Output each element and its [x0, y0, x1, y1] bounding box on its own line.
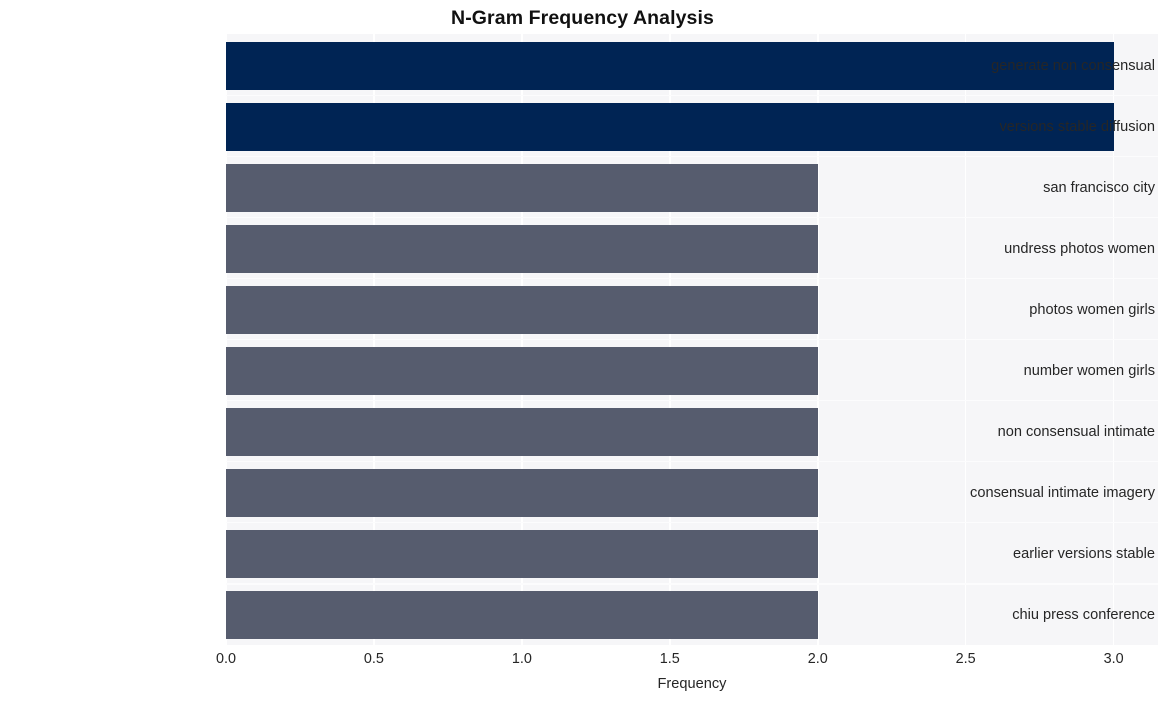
x-axis-tick-label: 0.0	[215, 651, 236, 667]
bar	[226, 591, 818, 640]
y-axis-tick-label: number women girls	[1023, 363, 1155, 380]
bar	[226, 163, 818, 212]
y-axis-tick-label: consensual intimate imagery	[970, 485, 1155, 502]
horizontal-gridline	[226, 461, 1158, 463]
bar	[226, 408, 818, 457]
bar	[226, 469, 818, 518]
x-axis-tick-label: 2.5	[955, 651, 976, 667]
bar	[226, 530, 818, 579]
bar	[226, 347, 818, 396]
x-axis-tick-label: 1.5	[659, 651, 680, 667]
x-axis-tick-label: 1.0	[511, 651, 532, 667]
y-axis-tick-label: chiu press conference	[1012, 607, 1155, 624]
bar	[226, 224, 818, 273]
x-axis-tick-label: 0.5	[363, 651, 384, 667]
horizontal-gridline	[226, 522, 1158, 524]
y-axis-tick-label: generate non consensual	[991, 57, 1155, 74]
x-axis-label: Frequency	[657, 676, 727, 692]
horizontal-gridline	[226, 94, 1158, 96]
y-axis-tick-label: undress photos women	[1004, 240, 1155, 257]
horizontal-gridline	[226, 583, 1158, 585]
bar	[226, 285, 818, 334]
y-axis-tick-label: earlier versions stable	[1013, 546, 1155, 563]
y-axis-tick-label: photos women girls	[1029, 301, 1155, 318]
horizontal-gridline	[226, 216, 1158, 218]
horizontal-gridline	[226, 277, 1158, 280]
x-axis-tick-label: 2.0	[807, 651, 828, 667]
y-axis-tick-label: non consensual intimate	[997, 424, 1155, 441]
chart-title: N-Gram Frequency Analysis	[451, 7, 714, 29]
horizontal-gridline	[226, 338, 1158, 341]
x-axis-tick-label: 3.0	[1103, 651, 1124, 667]
y-axis-tick-label: versions stable diffusion	[999, 118, 1156, 135]
horizontal-gridline	[226, 155, 1158, 157]
horizontal-gridline	[226, 400, 1158, 402]
y-axis-tick-label: san francisco city	[1043, 179, 1155, 196]
chart-figure: N-Gram Frequency Analysis generate non c…	[0, 0, 1165, 701]
